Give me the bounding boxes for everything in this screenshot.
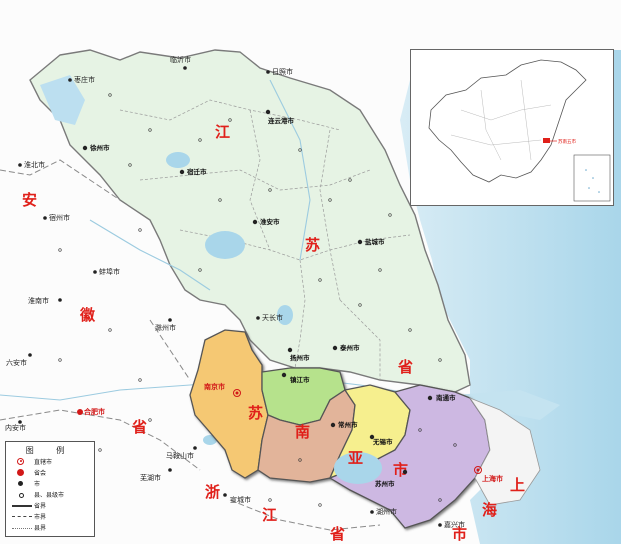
- china-outline: 苏南五市: [428, 59, 611, 202]
- char-jiang-north: 江: [215, 123, 230, 141]
- hongze-lake: [205, 231, 245, 259]
- legend-title: 图 例: [25, 446, 75, 455]
- map-legend: 图 例 直辖市 省会 市 县、县级市 省界 市界 县界: [5, 441, 95, 537]
- label-maanshan: 马鞍山市: [166, 451, 194, 460]
- province-boundary-icon: [12, 501, 34, 511]
- shanghai-dot: [476, 468, 480, 472]
- china-inset-map: 苏南五市: [410, 49, 614, 206]
- legend-label: 市: [34, 481, 41, 488]
- city-boundary-icon: [12, 512, 34, 522]
- label-zaozhuang: 枣庄市: [74, 75, 95, 84]
- label-liuan: 六安市: [6, 358, 27, 367]
- label-wuxi: 无锡市: [372, 437, 393, 446]
- label-huainan: 淮南市: [28, 296, 49, 305]
- char-ya: 亚: [348, 449, 363, 467]
- label-suzhou-ah: 宿州市: [49, 213, 70, 222]
- label-huaian: 淮安市: [260, 217, 280, 226]
- city-dot: [179, 169, 185, 175]
- label-lianyungang: 连云港市: [268, 116, 295, 125]
- south-china-sea-inset: [573, 154, 611, 202]
- city-dot: [332, 345, 338, 351]
- char-zhe: 浙: [205, 483, 220, 501]
- label-suqian: 宿迁市: [187, 167, 207, 176]
- label-huzhou: 湖州市: [376, 507, 397, 516]
- legend-row: 市: [6, 478, 94, 489]
- city-dot: [82, 145, 88, 151]
- map-frame: 江 苏 省 安 徽 省 苏 南 亚 市 浙 江 省 上 海 市 徐州市 连云港市…: [0, 0, 621, 544]
- label-suzhou: 苏州市: [375, 479, 395, 488]
- legend-label: 县界: [34, 525, 47, 532]
- nanjing-capital-dot: [235, 391, 239, 395]
- label-hefei: 合肥市: [83, 407, 105, 416]
- city-dot: [357, 239, 363, 245]
- label-changzhou: 常州市: [338, 420, 358, 429]
- label-bengbu: 蚌埠市: [99, 267, 120, 276]
- capital-icon: [12, 468, 34, 478]
- city-dot: [427, 395, 433, 401]
- legend-label: 省界: [34, 503, 47, 510]
- city-dot: [252, 219, 258, 225]
- label-xuzhou: 徐州市: [89, 143, 110, 152]
- label-zhenjiang: 镇江市: [290, 375, 310, 384]
- char-an: 安: [22, 191, 37, 209]
- legend-label: 市界: [34, 514, 47, 521]
- label-shanghai: 上海市: [482, 474, 503, 483]
- legend-label: 省会: [34, 470, 47, 477]
- city-dot: [402, 469, 408, 475]
- label-yancheng: 盐城市: [365, 237, 385, 246]
- jiangsu-highlight: [543, 138, 550, 143]
- hefei-capital-dot: [77, 409, 83, 415]
- char-su-south: 苏: [248, 404, 263, 422]
- legend-row: 直辖市: [6, 456, 94, 467]
- luoma-lake: [166, 152, 190, 168]
- label-neian: 内安市: [5, 423, 26, 432]
- label-nantong: 南通市: [436, 393, 456, 402]
- china-mainland: [428, 59, 587, 183]
- city-dot: [287, 347, 293, 353]
- legend-row: 省会: [6, 467, 94, 478]
- municipality-icon: [12, 457, 34, 467]
- label-jiaxing: 嘉兴市: [444, 520, 465, 529]
- label-rizhao: 日照市: [272, 67, 293, 76]
- city-dot: [265, 109, 271, 115]
- char-shang: 上: [510, 476, 525, 494]
- char-sheng-south: 省: [329, 525, 345, 543]
- char-sheng-north: 省: [397, 358, 413, 376]
- legend-row: 省界: [6, 500, 94, 511]
- char-nan: 南: [295, 423, 310, 441]
- label-xuancheng: 宣城市: [230, 495, 251, 504]
- label-yangzhou: 扬州市: [290, 353, 310, 362]
- legend-label: 县、县级市: [34, 492, 65, 499]
- legend-label: 直辖市: [34, 459, 53, 466]
- legend-row: 县界: [6, 522, 94, 533]
- char-jiang-south: 江: [262, 506, 277, 524]
- city-dot: [281, 372, 287, 378]
- label-linyi: 临沂市: [170, 55, 191, 64]
- char-hui: 徽: [79, 306, 96, 324]
- char-sheng-west: 省: [131, 418, 147, 436]
- char-hai: 海: [482, 501, 497, 519]
- county-icon: [12, 490, 34, 500]
- label-taizhou: 泰州市: [339, 343, 360, 352]
- char-su-north: 苏: [305, 236, 320, 254]
- label-tianchang: 天长市: [262, 313, 283, 322]
- label-wuhu: 芜湖市: [140, 473, 161, 482]
- city-icon: [12, 479, 34, 489]
- county-boundary-icon: [12, 523, 34, 533]
- legend-row: 市界: [6, 511, 94, 522]
- label-chuzhou: 滁州市: [155, 323, 176, 332]
- city-dot: [330, 422, 336, 428]
- legend-row: 县、县级市: [6, 489, 94, 500]
- label-nanjing: 南京市: [204, 382, 225, 391]
- label-huaibei: 淮北市: [24, 160, 45, 169]
- inset-highlight-label: 苏南五市: [558, 138, 576, 145]
